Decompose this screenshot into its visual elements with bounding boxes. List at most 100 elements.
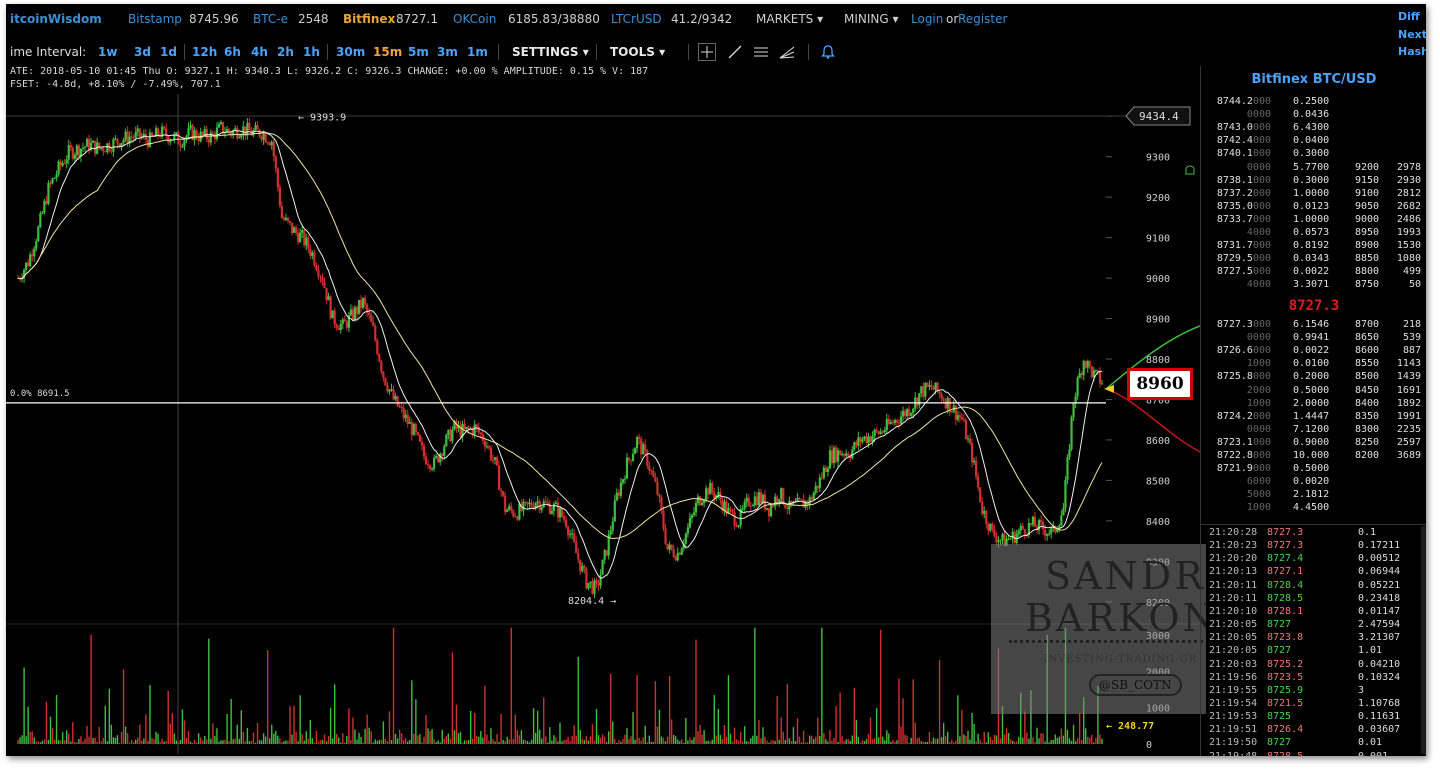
trade-time: 21:20:13 bbox=[1209, 566, 1258, 578]
volume-bar bbox=[993, 734, 996, 744]
diff-link[interactable]: Diff bbox=[1398, 10, 1420, 23]
hash-link[interactable]: Hash bbox=[1398, 45, 1426, 58]
candle-body bbox=[65, 159, 68, 164]
volume-bar bbox=[1052, 739, 1054, 744]
candle-body bbox=[57, 161, 60, 175]
candle-body bbox=[1072, 402, 1075, 418]
volume-bar bbox=[664, 741, 667, 744]
horizontal-line-label: 0.0% 8691.5 bbox=[10, 389, 70, 399]
volume-bar bbox=[435, 742, 437, 744]
volume-bar bbox=[953, 742, 955, 744]
volume-bar bbox=[896, 740, 898, 744]
ask-price: 4000 bbox=[1209, 279, 1271, 290]
candle-body bbox=[250, 130, 253, 136]
bid-depth-sum: 1892 bbox=[1396, 397, 1421, 409]
volume-bar bbox=[362, 742, 364, 744]
candle-body bbox=[87, 138, 91, 151]
candle-body bbox=[644, 444, 647, 451]
candle-body bbox=[709, 483, 712, 495]
volume-bar bbox=[587, 740, 590, 744]
volume-bar bbox=[80, 736, 82, 744]
volume-bar bbox=[618, 739, 620, 744]
volume-bar bbox=[173, 733, 176, 744]
candle-body bbox=[938, 391, 941, 394]
candle-body bbox=[934, 382, 937, 390]
volume-bar bbox=[370, 731, 372, 744]
volume-bar bbox=[400, 733, 403, 744]
candle-body bbox=[73, 154, 76, 159]
volume-bar bbox=[930, 741, 933, 744]
price-decimals: 1000 bbox=[1246, 358, 1271, 370]
volume-bar bbox=[575, 735, 577, 744]
volume-bar bbox=[786, 684, 789, 744]
ask-price: 8727.5000 bbox=[1209, 266, 1271, 277]
candle-body bbox=[672, 549, 675, 557]
candle-body bbox=[1096, 370, 1100, 372]
candle-body bbox=[820, 477, 823, 479]
volume-bar bbox=[650, 741, 653, 744]
price-decimals: 000 bbox=[1252, 410, 1271, 422]
volume-bar bbox=[608, 731, 610, 744]
volume-bar bbox=[202, 740, 204, 744]
volume-bar bbox=[92, 738, 94, 744]
trades-scrollbar[interactable] bbox=[1421, 526, 1426, 754]
trade-time: 21:20:28 bbox=[1209, 527, 1258, 538]
volume-bar bbox=[642, 737, 644, 744]
volume-bar bbox=[543, 697, 545, 744]
next-link[interactable]: Next bbox=[1398, 28, 1426, 41]
ask-row: 8743.0000 6.4300 bbox=[1209, 122, 1421, 135]
candle-body bbox=[102, 147, 105, 152]
candle-body bbox=[883, 430, 886, 433]
ask-row: 4000 0.0573 8950 1993 bbox=[1209, 227, 1421, 240]
volume-bar bbox=[467, 740, 470, 744]
volume-bar bbox=[98, 726, 100, 744]
volume-bar bbox=[821, 627, 823, 744]
candle-body bbox=[784, 504, 787, 508]
candle-body bbox=[818, 477, 821, 489]
trade-time: 21:20:11 bbox=[1209, 592, 1258, 604]
candle-body bbox=[668, 544, 671, 550]
ask-depth-price: 9050 bbox=[1355, 200, 1380, 212]
candle-body bbox=[410, 422, 413, 436]
bid-amount: 0.9941 bbox=[1293, 332, 1330, 344]
candle-body bbox=[546, 502, 549, 504]
volume-bar bbox=[581, 738, 584, 744]
volume-bar bbox=[175, 740, 178, 744]
candle-body bbox=[37, 226, 40, 242]
volume-bar bbox=[275, 730, 277, 744]
volume-bar bbox=[577, 656, 579, 744]
candle-body bbox=[516, 516, 519, 520]
volume-bar bbox=[591, 724, 594, 744]
candle-body bbox=[83, 146, 87, 148]
volume-bar bbox=[240, 710, 242, 744]
candle-body bbox=[780, 488, 783, 500]
volume-bar bbox=[918, 737, 920, 744]
price-tick-label: 9300 bbox=[1146, 153, 1170, 164]
price-decimals: 000 bbox=[1252, 96, 1271, 107]
volume-bar bbox=[492, 739, 494, 744]
candle-body bbox=[966, 438, 970, 440]
price-main: 8725.8 bbox=[1216, 371, 1253, 383]
bid-row: 8726.6000 0.0022 8600 887 bbox=[1209, 345, 1421, 358]
volume-bar bbox=[949, 741, 951, 744]
volume-bar bbox=[561, 741, 563, 744]
volume-bar bbox=[110, 724, 113, 744]
volume-tick-label: 0 bbox=[1146, 740, 1152, 751]
volume-bar bbox=[346, 735, 348, 744]
candle-body bbox=[1098, 371, 1102, 384]
volume-bar bbox=[254, 742, 257, 744]
volume-bar bbox=[43, 739, 46, 744]
volume-bar bbox=[220, 740, 222, 744]
high-price-label: ← 9393.9 bbox=[298, 113, 346, 124]
candle-body bbox=[692, 512, 696, 516]
volume-bar bbox=[969, 739, 971, 744]
candle-body bbox=[954, 405, 957, 420]
candle-body bbox=[264, 133, 267, 143]
candle-body bbox=[465, 426, 468, 429]
volume-bar bbox=[1062, 735, 1065, 744]
candle-body bbox=[221, 122, 225, 134]
candle-body bbox=[905, 409, 909, 417]
ask-row: 8738.1000 0.3000 9150 2930 bbox=[1209, 175, 1421, 188]
candle-body bbox=[491, 459, 495, 461]
trade-row: 21:19:50 8727 0.01 bbox=[1209, 737, 1421, 750]
